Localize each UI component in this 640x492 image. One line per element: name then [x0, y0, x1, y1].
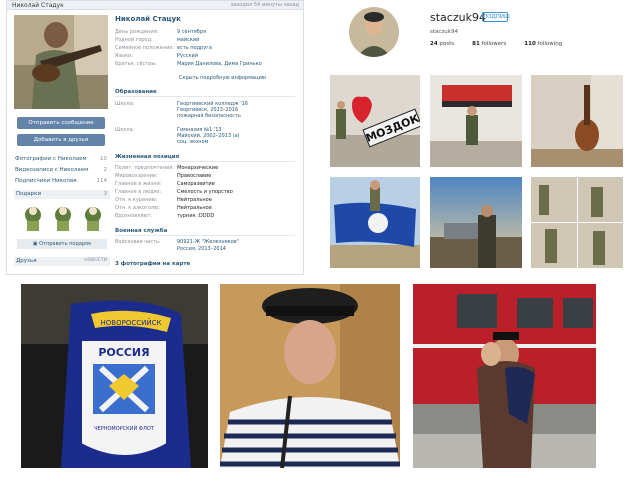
gifts-header[interactable]: Подарки 3 — [14, 190, 110, 199]
instagram-post[interactable] — [531, 75, 623, 167]
photos-with-counter[interactable]: Фотографии с Николаем 10 — [15, 156, 107, 164]
posts-count: 24 posts — [430, 41, 455, 47]
followers-counter[interactable]: Подписчики Николая 114 — [15, 178, 107, 186]
instagram-stats: 24 posts 81 followers 110 following — [430, 41, 562, 47]
send-gift-button[interactable]: ▣ Отправить подарок — [17, 239, 107, 249]
instagram-post[interactable] — [330, 177, 420, 268]
gift-list — [19, 201, 109, 235]
patch-main-text: РОССИЯ — [98, 346, 149, 359]
education-header: Образование — [115, 89, 295, 97]
gift-icon — [85, 207, 101, 231]
vk-profile-panel: Николай Стадук заходил 54 минуты назад О… — [6, 0, 304, 275]
map-photos-header[interactable]: 3 фотографии на карте — [115, 261, 295, 268]
instagram-post[interactable]: МОЗДОК — [330, 75, 420, 167]
gift-icon — [25, 207, 41, 231]
patch-top-text: НОВОРОССИЙСК — [101, 318, 162, 327]
military-header: Военная служба — [115, 228, 295, 236]
train-station-photo[interactable] — [413, 284, 596, 468]
following-count[interactable]: 110 following — [524, 41, 562, 47]
toggle-details-link[interactable]: Скрыть подробную информацию — [179, 75, 266, 81]
instagram-post[interactable] — [430, 75, 522, 167]
patch-bottom-text: ЧЕРНОМОРСКИЙ ФЛОТ — [94, 425, 155, 432]
header-status: заходил 54 минуты назад — [230, 2, 299, 8]
sailor-portrait-photo[interactable] — [220, 284, 400, 468]
instagram-display-name: staczuk94 — [430, 29, 458, 35]
instagram-post[interactable] — [531, 177, 623, 268]
vk-header-bar: Николай Стадук заходил 54 минуты назад — [7, 1, 303, 10]
instagram-avatar[interactable] — [349, 7, 399, 57]
profile-name: Николай Стацук — [115, 15, 181, 23]
follow-button[interactable]: ПОДПИШ — [482, 12, 510, 22]
friends-header[interactable]: Друзья НОВОСТИ — [14, 257, 110, 266]
instagram-username: staczuk94 — [430, 11, 486, 24]
instagram-post[interactable] — [430, 177, 522, 268]
send-message-button[interactable]: Отправить сообщение — [17, 117, 105, 129]
life-position-header: Жизненная позиция — [115, 154, 295, 162]
followers-count[interactable]: 81 followers — [472, 41, 506, 47]
profile-photo[interactable] — [14, 15, 108, 109]
header-name[interactable]: Николай Стадук — [12, 2, 64, 9]
navy-patch-photo[interactable]: НОВОРОССИЙСК РОССИЯ ЧЕРНОМОРСКИЙ ФЛОТ — [21, 284, 208, 468]
videos-with-counter[interactable]: Видеозаписи с Николаем 2 — [15, 167, 107, 175]
gift-icon — [55, 207, 71, 231]
add-friend-button[interactable]: Добавить в друзья — [17, 134, 105, 146]
